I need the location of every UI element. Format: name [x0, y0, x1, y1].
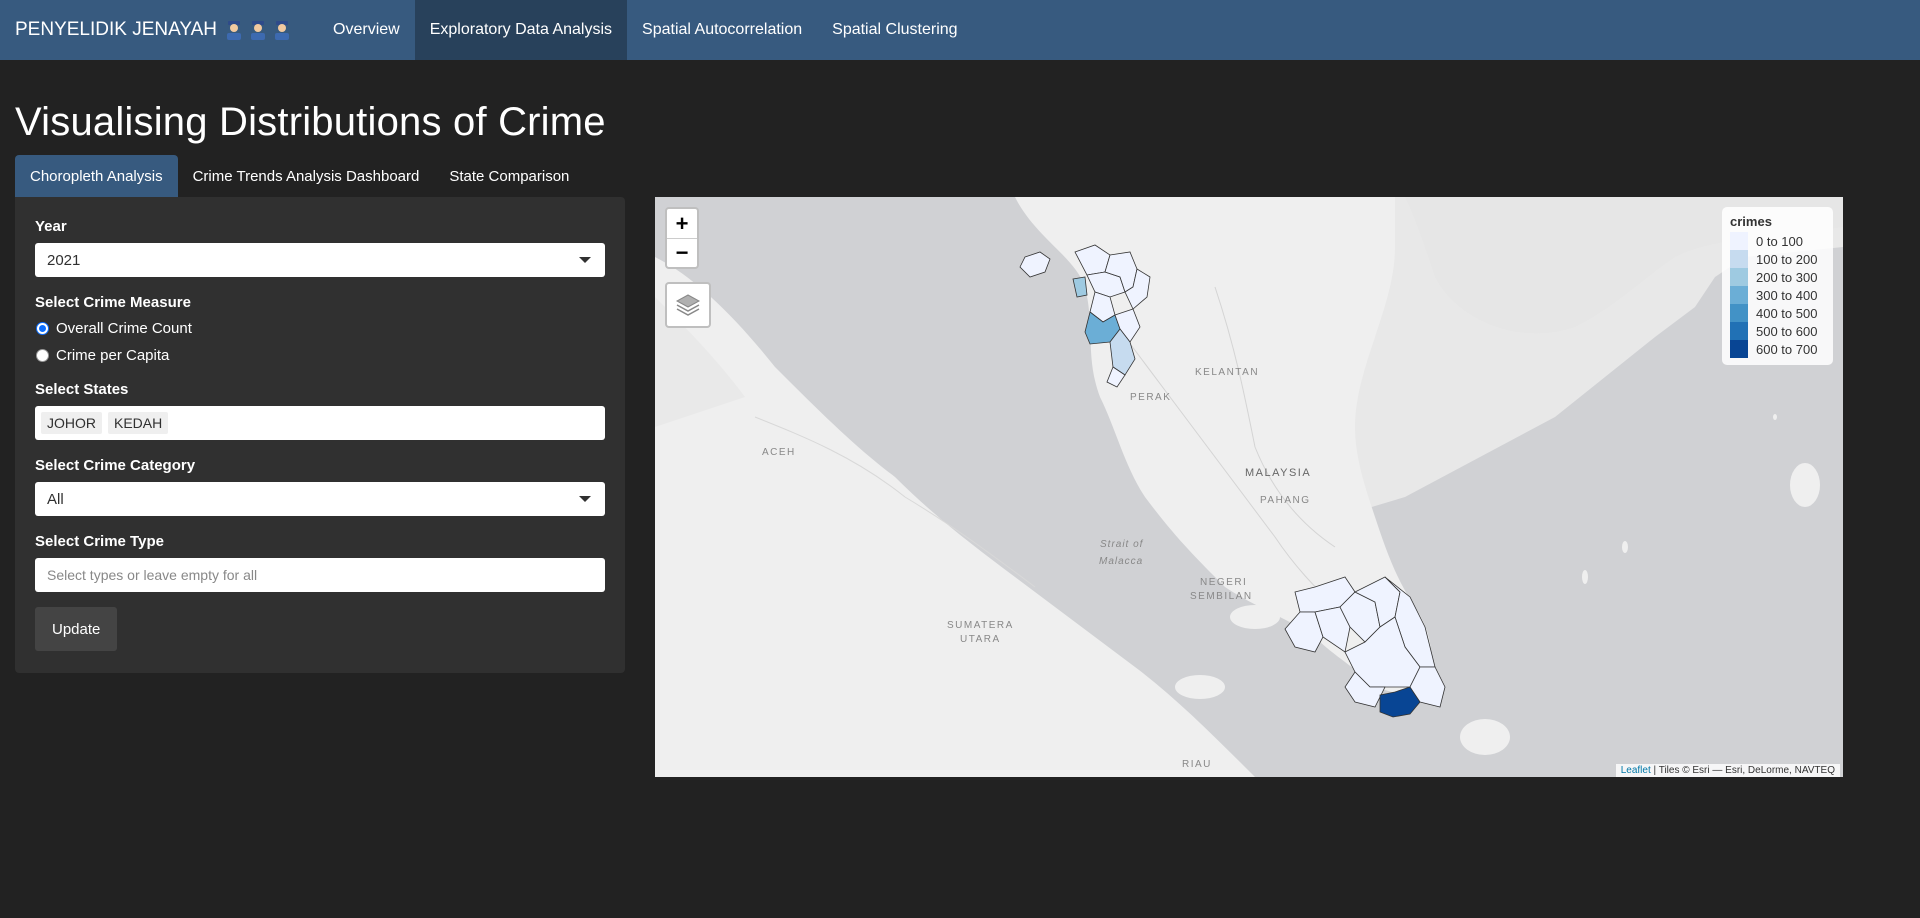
- nav-overview[interactable]: Overview: [318, 0, 415, 60]
- nav-spatial-clustering[interactable]: Spatial Clustering: [817, 0, 972, 60]
- map-label-sumatera-line2: UTARA: [960, 634, 1001, 645]
- legend-item: 600 to 700: [1730, 340, 1825, 358]
- legend-swatch: [1730, 268, 1748, 286]
- choropleth-map[interactable]: KELANTAN PERAK ACEH MALAYSIA PAHANG Stra…: [655, 197, 1843, 777]
- year-label: Year: [35, 218, 67, 235]
- legend-swatch: [1730, 322, 1748, 340]
- legend-swatch: [1730, 340, 1748, 358]
- police-officer-icon: [227, 21, 242, 40]
- attribution-text: | Tiles © Esri — Esri, DeLorme, NAVTEQ: [1650, 765, 1836, 776]
- nav-spatial-autocorrelation[interactable]: Spatial Autocorrelation: [627, 0, 817, 60]
- legend-item-label: 400 to 500: [1756, 305, 1818, 321]
- crime-type-input[interactable]: Select types or leave empty for all: [35, 558, 605, 592]
- legend-swatch: [1730, 304, 1748, 322]
- map-label-strait-line2: Malacca: [1099, 556, 1144, 567]
- map-attribution: Leaflet | Tiles © Esri — Esri, DeLorme, …: [1615, 764, 1840, 777]
- year-select[interactable]: 2021: [35, 243, 605, 277]
- zoom-in-button[interactable]: +: [667, 209, 697, 238]
- legend-item: 300 to 400: [1730, 286, 1825, 304]
- crime-measure-label: Select Crime Measure: [35, 294, 191, 311]
- langkawi-island: [1019, 251, 1051, 278]
- legend-title: crimes: [1730, 214, 1772, 229]
- police-officer-icon: [275, 21, 290, 40]
- legend-item: 500 to 600: [1730, 322, 1825, 340]
- layers-button[interactable]: [665, 282, 711, 328]
- tab-state-comparison[interactable]: State Comparison: [434, 155, 584, 197]
- legend-item: 400 to 500: [1730, 304, 1825, 322]
- legend-swatch: [1730, 250, 1748, 268]
- states-multiselect[interactable]: JOHOR KEDAH: [35, 406, 605, 440]
- map-label-strait-line1: Strait of: [1100, 539, 1144, 550]
- map-label-negeri-line1: NEGERI: [1200, 577, 1248, 588]
- legend-item-label: 200 to 300: [1756, 269, 1818, 285]
- states-label: Select States: [35, 381, 129, 398]
- legend-item-label: 0 to 100: [1756, 233, 1803, 249]
- map-label-perak: PERAK: [1130, 392, 1172, 403]
- crime-category-select[interactable]: All: [35, 482, 605, 516]
- map-label-aceh: ACEH: [762, 447, 796, 458]
- zoom-out-button[interactable]: −: [667, 238, 697, 267]
- tab-choropleth-analysis[interactable]: Choropleth Analysis: [15, 155, 178, 197]
- analysis-tabs: Choropleth Analysis Crime Trends Analysi…: [15, 155, 584, 197]
- map-label-kelantan: KELANTAN: [1195, 367, 1260, 378]
- legend-swatch: [1730, 232, 1748, 250]
- brand[interactable]: PENYELIDIK JENAYAH: [0, 0, 306, 60]
- tab-crime-trends-dashboard[interactable]: Crime Trends Analysis Dashboard: [178, 155, 435, 197]
- radio-overall-crime-count[interactable]: Overall Crime Count: [35, 315, 605, 342]
- year-value: 2021: [47, 251, 81, 269]
- legend-item-label: 500 to 600: [1756, 323, 1818, 339]
- radio-crime-per-capita[interactable]: Crime per Capita: [35, 342, 605, 369]
- radio-label: Crime per Capita: [56, 347, 170, 364]
- legend-item: 200 to 300: [1730, 268, 1825, 286]
- map-label-malaysia: MALAYSIA: [1245, 467, 1312, 479]
- radio-checked-icon[interactable]: [36, 322, 49, 335]
- johor-districts: [1284, 576, 1446, 718]
- map-label-sumatera-line1: SUMATERA: [947, 620, 1014, 631]
- crime-category-value: All: [47, 490, 64, 508]
- legend-item: 0 to 100: [1730, 232, 1825, 250]
- caret-down-icon: [579, 496, 591, 502]
- crime-category-label: Select Crime Category: [35, 457, 196, 474]
- crime-type-label: Select Crime Type: [35, 533, 164, 550]
- state-chip[interactable]: KEDAH: [108, 412, 169, 434]
- brand-icons: [225, 20, 291, 40]
- top-navbar: PENYELIDIK JENAYAH Overview Exploratory …: [0, 0, 1920, 60]
- nav-exploratory-data-analysis[interactable]: Exploratory Data Analysis: [414, 0, 628, 60]
- police-officer-icon: [251, 21, 266, 40]
- map-label-riau: RIAU: [1182, 759, 1212, 770]
- leaflet-link[interactable]: Leaflet: [1621, 765, 1651, 776]
- radio-unchecked-icon[interactable]: [36, 349, 49, 362]
- legend-item-label: 100 to 200: [1756, 251, 1818, 267]
- radio-label: Overall Crime Count: [56, 320, 192, 337]
- legend-item-label: 300 to 400: [1756, 287, 1818, 303]
- legend-swatch: [1730, 286, 1748, 304]
- map-label-pahang: PAHANG: [1260, 495, 1311, 506]
- map-legend: crimes 0 to 100 100 to 200 200 to 300 30…: [1722, 207, 1833, 365]
- map-label-negeri-line2: SEMBILAN: [1190, 591, 1253, 602]
- legend-item: 100 to 200: [1730, 250, 1825, 268]
- brand-title: PENYELIDIK JENAYAH: [15, 19, 218, 40]
- caret-down-icon: [579, 257, 591, 263]
- legend-item-label: 600 to 700: [1756, 341, 1818, 357]
- layers-icon: [675, 294, 701, 316]
- zoom-control: + −: [665, 207, 699, 269]
- filter-sidebar: Year 2021 Select Crime Measure Overall C…: [15, 197, 625, 673]
- state-chip[interactable]: JOHOR: [41, 412, 102, 434]
- basemap: [655, 197, 1843, 777]
- page-title: Visualising Distributions of Crime: [15, 100, 606, 144]
- update-button[interactable]: Update: [35, 607, 118, 651]
